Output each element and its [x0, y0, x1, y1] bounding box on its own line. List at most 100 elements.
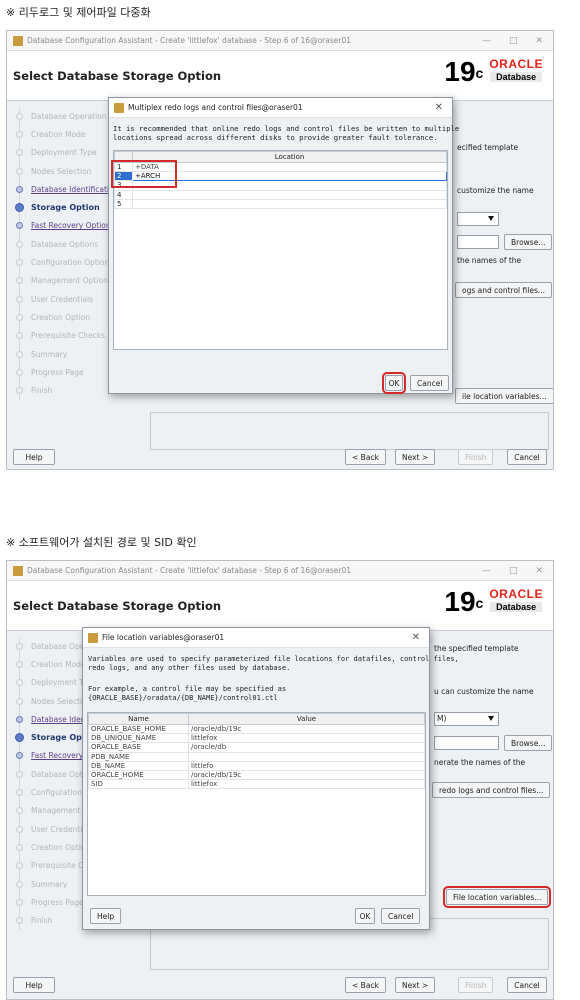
close-icon[interactable]: ✕	[412, 632, 420, 643]
name-column-header[interactable]: Name	[88, 713, 189, 725]
file-location-variables-dialog: File location variables@oraser01 ✕ Varia…	[82, 627, 459, 930]
help-button[interactable]: Help	[90, 908, 122, 924]
table-row[interactable]: DB_NAME littlefo	[88, 760, 425, 771]
storage-type-combo[interactable]: M)	[434, 712, 499, 726]
multiplex-message: It is recommended that online redo logs …	[113, 124, 460, 142]
cancel-button[interactable]: Cancel	[381, 908, 421, 924]
multiplex-button[interactable]: ogs and control files...	[455, 282, 552, 298]
table-row[interactable]: 4	[114, 189, 447, 200]
step-management-options: Management Options	[7, 271, 117, 290]
wizard-header: Select Database Storage Option 19c ORACL…	[7, 581, 553, 631]
dialog-title: File location variables@oraser01	[102, 633, 225, 642]
customize-text: customize the name	[457, 186, 534, 195]
location-cell[interactable]	[132, 180, 447, 191]
minimize-icon[interactable]: —	[482, 36, 491, 46]
combo-value: M)	[437, 714, 447, 723]
template-text: ecified template	[457, 143, 519, 152]
location-column-header[interactable]: Location	[132, 151, 447, 163]
app-icon	[88, 632, 98, 643]
step-navigator: Database Operation Creation Mode Deploym…	[7, 102, 117, 469]
step-database-operation[interactable]: Database Operation	[7, 107, 117, 126]
maximize-icon[interactable]: □	[509, 36, 518, 46]
help-button[interactable]: Help	[13, 449, 55, 465]
step-database-options: Database Options	[7, 235, 117, 254]
wizard-header: Select Database Storage Option 19c ORACL…	[7, 51, 553, 101]
table-row[interactable]: ORACLE_BASE/oracle/db	[88, 742, 425, 753]
value-column-header[interactable]: Value	[188, 713, 425, 725]
multiplex-dialog: Multiplex redo logs and control files@or…	[108, 97, 459, 394]
table-row[interactable]: DB_UNIQUE_NAME littlefox	[88, 733, 425, 744]
minimize-icon[interactable]: —	[482, 566, 491, 576]
oracle-19c-logo: 19c ORACLE Database	[444, 586, 543, 617]
location-cell-editing[interactable]: +ARCH	[132, 171, 447, 182]
file-location-input[interactable]	[457, 235, 499, 249]
page-title: Select Database Storage Option	[13, 69, 222, 83]
close-icon[interactable]: ✕	[435, 102, 443, 113]
help-button[interactable]: Help	[13, 977, 55, 993]
step-finish: Finish	[7, 381, 117, 400]
step-summary: Summary	[7, 344, 117, 364]
app-icon	[13, 565, 23, 576]
window-title: Database Configuration Assistant - Creat…	[27, 36, 351, 45]
location-cell[interactable]: +DATA	[132, 161, 447, 173]
table-row[interactable]: SID littlefox	[88, 779, 425, 790]
app-icon	[114, 102, 124, 113]
next-button[interactable]: Next >	[395, 449, 436, 465]
dialog-title: Multiplex redo logs and control files@or…	[128, 103, 303, 112]
variables-table[interactable]: Name Value ORACLE_BASE_HOME/oracle/db/19…	[87, 712, 426, 896]
back-button[interactable]: < Back	[345, 449, 386, 465]
step-fast-recovery-option[interactable]: Fast Recovery Option	[7, 216, 117, 236]
cancel-button[interactable]: Cancel	[410, 375, 450, 391]
file-location-variables-button[interactable]: ile location variables...	[455, 388, 553, 404]
finish-button: Finish	[458, 449, 494, 465]
table-row[interactable]: 5	[114, 198, 447, 209]
close-icon[interactable]: ✕	[535, 566, 543, 576]
next-button[interactable]: Next >	[395, 977, 436, 993]
step-nodes-selection[interactable]: Nodes Selection	[7, 161, 117, 181]
multiplex-button[interactable]: redo logs and control files...	[432, 782, 551, 798]
variables-example: For example, a control file may be speci…	[88, 685, 287, 702]
table-row[interactable]: ORACLE_HOME/oracle/db/19c	[88, 769, 425, 781]
dialog-titlebar: File location variables@oraser01 ✕	[83, 628, 429, 648]
template-text: the specified template	[434, 644, 519, 653]
table-row[interactable]: PDB_NAME	[88, 751, 425, 762]
file-location-variables-button[interactable]: File location variables...	[442, 886, 552, 908]
file-location-input[interactable]	[434, 736, 499, 750]
oracle-19c-logo: 19c ORACLE Database	[444, 56, 543, 87]
maximize-icon[interactable]: □	[509, 566, 518, 576]
highlight-box	[111, 160, 177, 188]
section-heading-sid: ※ 소프트웨어가 설치된 경로 및 SID 확인	[6, 536, 197, 549]
close-icon[interactable]: ✕	[535, 36, 543, 46]
step-progress-page: Progress Page	[7, 363, 117, 382]
chevron-down-icon	[488, 716, 494, 721]
app-icon	[13, 35, 23, 46]
finish-button: Finish	[458, 977, 494, 993]
step-creation-mode[interactable]: Creation Mode	[7, 125, 117, 144]
section-heading-multiplex: ※ 리두로그 및 제어파일 다중화	[6, 6, 151, 19]
location-cell[interactable]	[132, 198, 447, 209]
location-cell[interactable]	[132, 189, 447, 200]
step-deployment-type[interactable]: Deployment Type	[7, 143, 117, 162]
chevron-down-icon	[488, 216, 494, 221]
dialog-titlebar: Multiplex redo logs and control files@or…	[109, 98, 452, 118]
page-title: Select Database Storage Option	[13, 599, 222, 613]
cancel-button[interactable]: Cancel	[507, 977, 547, 993]
names-text: the names of the	[457, 256, 522, 265]
browse-button[interactable]: Browse...	[504, 735, 553, 751]
ok-button[interactable]: OK	[355, 908, 375, 924]
names-text: nerate the names of the	[434, 758, 526, 767]
cancel-button[interactable]: Cancel	[507, 449, 547, 465]
storage-type-combo[interactable]	[457, 212, 499, 226]
customize-text: u can customize the name	[434, 687, 534, 696]
back-button[interactable]: < Back	[345, 977, 386, 993]
ok-button[interactable]: OK	[382, 372, 406, 394]
step-database-identification[interactable]: Database Identification	[7, 180, 117, 199]
step-user-credentials: User Credentials	[7, 289, 117, 309]
step-configuration-options: Configuration Options	[7, 253, 117, 272]
message-area	[150, 412, 549, 450]
window-titlebar: Database Configuration Assistant - Creat…	[7, 31, 553, 51]
step-storage-option[interactable]: Storage Option	[7, 198, 117, 217]
table-row[interactable]: ORACLE_BASE_HOME/oracle/db/19c	[88, 723, 425, 735]
browse-button[interactable]: Browse...	[504, 234, 553, 250]
window-titlebar: Database Configuration Assistant - Creat…	[7, 561, 553, 581]
